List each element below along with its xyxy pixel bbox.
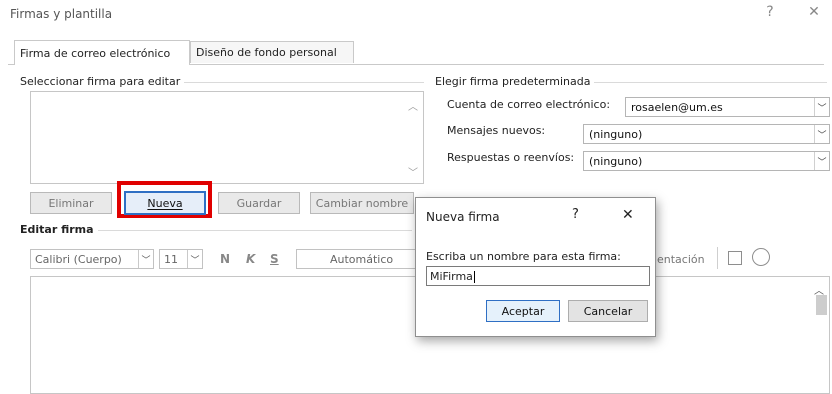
replies-select[interactable]: (ninguno) ﹀ xyxy=(583,151,830,171)
delete-button-label: Eliminar xyxy=(48,196,94,210)
font-color-value: Automático xyxy=(330,253,394,266)
window-title: Firmas y plantilla xyxy=(10,7,113,21)
new-messages-value: (ninguno) xyxy=(589,128,643,141)
default-group-label: Elegir firma predeterminada xyxy=(435,75,595,88)
editor-scrollbar-thumb[interactable] xyxy=(816,295,827,315)
replies-label: Respuestas o reenvíos: xyxy=(447,151,575,164)
rename-button[interactable]: Cambiar nombre xyxy=(310,192,414,214)
select-group-label: Seleccionar firma para editar xyxy=(20,75,185,88)
chevron-down-icon: ﹀ xyxy=(814,125,829,143)
dialog-prompt: Escriba un nombre para esta firma: xyxy=(426,250,621,263)
text-caret xyxy=(473,271,475,283)
new-signature-dialog: Nueva firma ? ✕ Escriba un nombre para e… xyxy=(415,197,656,337)
underline-button[interactable]: S xyxy=(270,252,279,266)
signature-name-input[interactable]: MiFirma xyxy=(426,266,650,286)
tab-email-signature[interactable]: Firma de correo electrónico xyxy=(14,40,190,65)
rename-button-label: Cambiar nombre xyxy=(315,196,409,210)
tab-email-signature-label: Firma de correo electrónico xyxy=(20,46,171,60)
bold-button[interactable]: N xyxy=(220,252,230,266)
cancel-dialog-button-label: Cancelar xyxy=(583,304,633,318)
cancel-dialog-button[interactable]: Cancelar xyxy=(568,300,648,322)
new-messages-label: Mensajes nuevos: xyxy=(447,124,546,137)
chevron-down-icon: ﹀ xyxy=(187,250,202,268)
signature-list[interactable]: ︿ ﹀ xyxy=(30,91,424,184)
signature-name-value: MiFirma xyxy=(430,270,473,283)
insert-picture-icon[interactable] xyxy=(728,251,742,265)
toolbar-separator xyxy=(717,247,718,269)
chevron-down-icon: ﹀ xyxy=(814,152,829,170)
save-button-label: Guardar xyxy=(236,196,282,210)
save-button[interactable]: Guardar xyxy=(218,192,300,214)
dialog-help-button[interactable]: ? xyxy=(572,207,579,222)
font-size-select[interactable]: 11 ﹀ xyxy=(159,249,203,269)
dialog-close-button[interactable]: ✕ xyxy=(622,207,634,223)
ok-button-label: Aceptar xyxy=(501,304,545,318)
font-value: Calibri (Cuerpo) xyxy=(35,253,122,266)
font-color-select[interactable]: Automático xyxy=(296,249,416,269)
new-button-label: Nueva xyxy=(147,196,183,210)
font-select[interactable]: Calibri (Cuerpo) ﹀ xyxy=(30,249,154,269)
ok-button[interactable]: Aceptar xyxy=(486,300,560,322)
scroll-down-icon[interactable]: ﹀ xyxy=(408,164,418,179)
hyperlink-icon[interactable] xyxy=(752,248,770,266)
account-select[interactable]: rosaelen@um.es ﹀ xyxy=(625,97,830,117)
help-button[interactable]: ? xyxy=(760,4,780,20)
scroll-up-icon[interactable]: ︿ xyxy=(408,98,418,113)
edit-group-label: Editar firma xyxy=(20,223,98,236)
account-value: rosaelen@um.es xyxy=(631,101,723,114)
chevron-down-icon: ﹀ xyxy=(138,250,153,268)
close-button[interactable]: ✕ xyxy=(804,4,824,20)
delete-button[interactable]: Eliminar xyxy=(30,192,112,214)
tab-personal-stationery-label: Diseño de fondo personal xyxy=(196,46,337,59)
business-card-label[interactable]: entación xyxy=(657,253,705,266)
new-messages-select[interactable]: (ninguno) ﹀ xyxy=(583,124,830,144)
italic-button[interactable]: K xyxy=(246,252,255,266)
new-button[interactable]: Nueva xyxy=(124,191,206,215)
dialog-title: Nueva firma xyxy=(426,210,500,224)
font-size-value: 11 xyxy=(164,253,178,266)
tab-personal-stationery[interactable]: Diseño de fondo personal xyxy=(190,41,354,63)
account-label: Cuenta de correo electrónico: xyxy=(447,98,611,111)
replies-value: (ninguno) xyxy=(589,155,643,168)
chevron-down-icon: ﹀ xyxy=(814,98,829,116)
